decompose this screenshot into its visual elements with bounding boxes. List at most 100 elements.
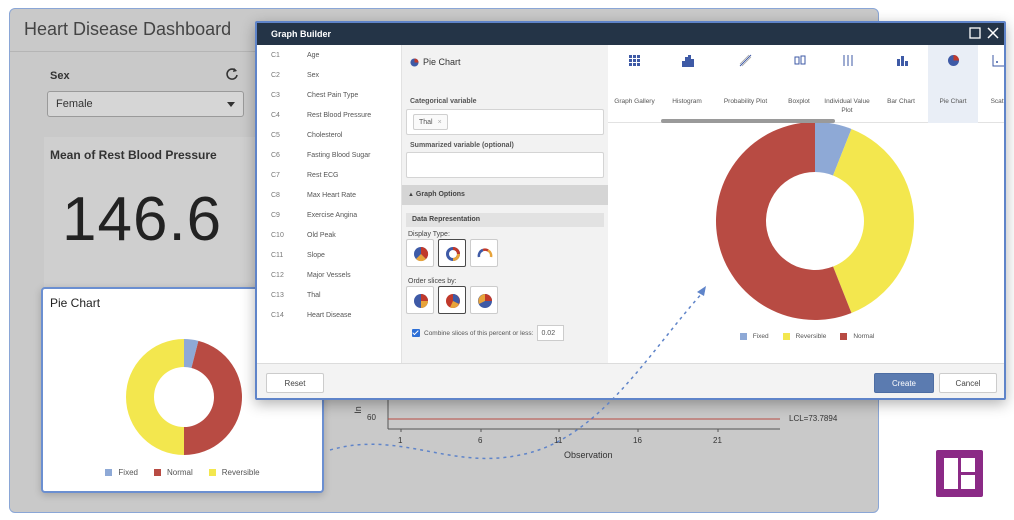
display-type-label: Display Type:	[408, 231, 450, 238]
variable-row[interactable]: C2 Sex	[257, 66, 402, 86]
gallery-item-label: Graph Gallery	[614, 98, 655, 105]
gallery-item-label: Histogram	[672, 98, 702, 105]
variable-row[interactable]: C10 Old Peak	[257, 226, 402, 246]
pie-order-default-icon	[414, 294, 428, 308]
order-slices-label: Order slices by:	[408, 278, 457, 285]
variable-row[interactable]: C5 Cholesterol	[257, 126, 402, 146]
variable-name: Slope	[307, 252, 325, 259]
variable-list: C1 Age C2 Sex C3 Chest Pain Type C4 Rest Blood …	[257, 45, 402, 363]
scatterplot-icon	[992, 55, 1004, 67]
control-chart: In 60 LCL=73.7894 1 6 11 16 21 Observati…	[340, 399, 875, 504]
gallery-item-pie-chart[interactable]: Pie Chart	[928, 45, 978, 123]
variable-name: Heart Disease	[307, 312, 352, 319]
gallery-item-probability-plot[interactable]: Probability Plot	[713, 45, 778, 123]
legend-label: Normal	[166, 468, 193, 477]
variable-name: Rest Blood Pressure	[307, 112, 372, 119]
variable-code: C6	[271, 152, 280, 159]
control-chart-x-tick: 16	[633, 436, 642, 445]
thal-chip[interactable]: Thal ×	[413, 114, 448, 130]
close-icon[interactable]	[987, 27, 999, 39]
order-default-button[interactable]	[406, 286, 434, 314]
gallery-item-grid[interactable]: Graph Gallery	[608, 45, 661, 123]
pie-chart-icon	[947, 55, 959, 66]
display-donut-button[interactable]	[438, 239, 466, 267]
legend-item: Normal	[840, 333, 874, 340]
mean-card-value: 146.6	[62, 185, 223, 254]
dashboard-pie-legend: Fixed Normal Reversible	[43, 468, 322, 477]
variable-code: C1	[271, 52, 280, 59]
sex-select-value: Female	[56, 98, 93, 110]
chevron-down-icon	[227, 102, 235, 107]
data-representation-header: Data Representation	[406, 213, 604, 227]
gallery-item-histogram[interactable]: Histogram	[661, 45, 713, 123]
control-chart-x-title: Observation	[564, 450, 613, 460]
gallery-item-label: Scatt	[990, 98, 1006, 105]
create-button[interactable]: Create	[874, 373, 934, 393]
cancel-button[interactable]: Cancel	[939, 373, 997, 393]
gallery-item-label: Individual Value Plot	[824, 98, 870, 114]
variable-row[interactable]: C13 Thal	[257, 286, 402, 306]
control-chart-x-tick: 11	[554, 436, 563, 445]
variable-code: C11	[271, 252, 284, 259]
variable-row[interactable]: C4 Rest Blood Pressure	[257, 106, 402, 126]
legend-item: Fixed	[105, 468, 138, 477]
gallery-item-boxplot[interactable]: Boxplot	[778, 45, 820, 123]
variable-row[interactable]: C7 Rest ECG	[257, 166, 402, 186]
display-gauge-button[interactable]	[470, 239, 498, 267]
combine-slices-row: Combine slices of this percent or less: …	[412, 325, 565, 341]
combine-slices-label: Combine slices of this percent or less:	[424, 329, 534, 337]
reset-button[interactable]: Reset	[266, 373, 324, 393]
combine-percent-input[interactable]: 0.02	[537, 325, 565, 341]
donut-icon	[446, 247, 460, 261]
dialog-footer: Reset Create Cancel	[257, 363, 1004, 398]
variable-code: C12	[271, 272, 284, 279]
variable-name: Rest ECG	[307, 172, 339, 179]
variable-code: C7	[271, 172, 280, 179]
variable-row[interactable]: C6 Fasting Blood Sugar	[257, 146, 402, 166]
gallery-item-scatterplot[interactable]: Scatt	[978, 45, 1006, 123]
grid-icon	[629, 55, 640, 66]
boxplot-icon	[794, 55, 805, 65]
variable-row[interactable]: C12 Major Vessels	[257, 266, 402, 286]
order-descending-button[interactable]	[438, 286, 466, 314]
sex-select[interactable]: Female	[47, 91, 244, 117]
variable-code: C2	[271, 72, 280, 79]
control-chart-x-tick: 21	[713, 436, 722, 445]
display-pie-button[interactable]	[406, 239, 434, 267]
variable-code: C10	[271, 232, 284, 239]
variable-name: Fasting Blood Sugar	[307, 152, 371, 159]
graph-options-header[interactable]: ▲ Graph Options	[402, 185, 608, 205]
order-ascending-button[interactable]	[470, 286, 498, 314]
variable-code: C4	[271, 112, 280, 119]
graph-gallery-bar: Graph Gallery Histogram Probability Plot Bo…	[608, 45, 1006, 123]
summarized-variable-field[interactable]	[406, 152, 604, 178]
bar-chart-icon	[896, 56, 908, 66]
pie-slice-reversible	[126, 339, 184, 455]
refresh-icon[interactable]	[225, 67, 239, 81]
variable-row[interactable]: C3 Chest Pain Type	[257, 86, 402, 106]
control-chart-lcl-label: LCL=73.7894	[789, 414, 838, 423]
variable-row[interactable]: C11 Slope	[257, 246, 402, 266]
sex-filter-label: Sex	[50, 70, 70, 82]
variable-row[interactable]: C14 Heart Disease	[257, 306, 402, 326]
categorical-variable-field[interactable]: Thal ×	[406, 109, 604, 135]
variable-row[interactable]: C1 Age	[257, 46, 402, 66]
pie-order-ascending-icon	[478, 294, 492, 308]
variable-row[interactable]: C8 Max Heart Rate	[257, 186, 402, 206]
variable-row[interactable]: C9 Exercise Angina	[257, 206, 402, 226]
variable-code: C5	[271, 132, 280, 139]
control-chart-x-tick: 6	[478, 436, 483, 445]
chip-remove-icon[interactable]: ×	[438, 119, 442, 126]
variable-code: C9	[271, 212, 280, 219]
legend-item: Reversible	[782, 333, 826, 340]
gallery-item-bar-chart[interactable]: Bar Chart	[874, 45, 928, 123]
variable-code: C8	[271, 192, 280, 199]
variable-name: Chest Pain Type	[307, 92, 359, 99]
maximize-icon[interactable]	[969, 27, 981, 39]
legend-item: Normal	[153, 468, 193, 477]
dialog-title: Graph Builder	[271, 29, 332, 39]
mean-card: Mean of Rest Blood Pressure 146.6	[44, 137, 258, 287]
pie-order-descending-icon	[446, 294, 460, 309]
gallery-item-individual-value-plot[interactable]: Individual Value Plot	[820, 45, 874, 123]
combine-slices-checkbox[interactable]	[412, 329, 420, 337]
